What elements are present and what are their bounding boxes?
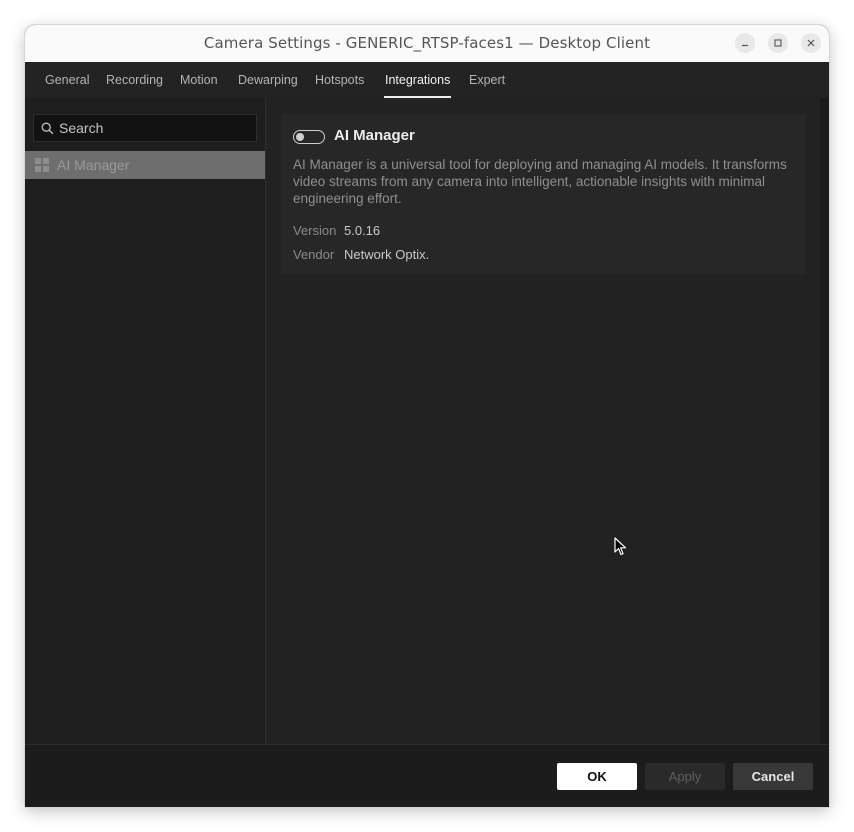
vendor-value: Network Optix. [344, 247, 430, 262]
close-icon [807, 39, 815, 47]
tab-expert[interactable]: Expert [469, 73, 505, 87]
minimize-icon [742, 44, 748, 47]
camera-settings-window: Camera Settings - GENERIC_RTSP-faces1 — … [25, 25, 829, 807]
vendor-label: Vendor [293, 247, 335, 262]
version-value: 5.0.16 [344, 223, 381, 238]
plugin-enable-toggle[interactable] [293, 130, 325, 144]
plugin-name: AI Manager [334, 127, 415, 144]
tab-recording[interactable]: Recording [106, 73, 163, 87]
tab-hotspots[interactable]: Hotspots [315, 73, 364, 87]
integrations-sidebar: AI Manager [25, 98, 265, 744]
window-title: Camera Settings - GENERIC_RTSP-faces1 — … [203, 34, 651, 52]
version-label: Version [293, 223, 337, 238]
toggle-knob [296, 132, 304, 141]
close-button[interactable] [801, 33, 821, 53]
plugin-details-pane: AI Manager AI Manager is a universal too… [266, 98, 820, 744]
plugin-card: AI Manager AI Manager is a universal too… [281, 114, 805, 274]
settings-tabs: General Recording Motion Dewarping Hotsp… [25, 62, 829, 98]
search-box[interactable] [33, 114, 257, 142]
tab-motion[interactable]: Motion [180, 73, 218, 87]
plugin-description: AI Manager is a universal tool for deplo… [293, 157, 787, 206]
cancel-button[interactable]: Cancel [733, 763, 813, 790]
search-input[interactable] [59, 115, 249, 141]
scrollbar[interactable] [820, 98, 829, 744]
tab-general[interactable]: General [45, 73, 89, 87]
search-icon [41, 122, 54, 135]
list-item-ai-manager[interactable]: AI Manager [25, 151, 265, 179]
maximize-icon [774, 39, 782, 47]
minimize-button[interactable] [735, 33, 755, 53]
mouse-cursor-icon [614, 537, 627, 556]
list-item-label: AI Manager [57, 157, 130, 173]
plugin-icon [35, 158, 49, 172]
ok-button[interactable]: OK [557, 763, 637, 790]
title-bar[interactable]: Camera Settings - GENERIC_RTSP-faces1 — … [25, 25, 829, 63]
tab-dewarping[interactable]: Dewarping [238, 73, 298, 87]
dialog-footer: OK Apply Cancel [25, 744, 829, 807]
maximize-button[interactable] [768, 33, 788, 53]
apply-button[interactable]: Apply [645, 763, 725, 790]
tab-integrations[interactable]: Integrations [385, 73, 450, 87]
